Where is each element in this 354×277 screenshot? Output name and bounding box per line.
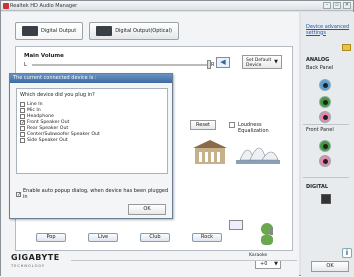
digital-port-icon[interactable] [321,194,331,204]
front-panel-label: Front Panel [306,127,334,133]
karaoke-value-stepper[interactable]: +0 ▼ [255,260,281,269]
dialog-ok-button[interactable]: OK [128,204,166,215]
tab-label: Digital Output(Optical) [115,28,172,34]
info-icon[interactable]: i [342,248,352,258]
app-icon [3,3,9,9]
title-bar: Realtek HD Audio Manager – ▫ ✕ [1,1,353,11]
preset-live-button[interactable]: Live [88,233,118,242]
checkbox[interactable] [20,108,25,113]
checkbox[interactable] [20,138,25,143]
option-label: Side Speaker Out [27,138,68,143]
speaker-mute-icon[interactable]: ◀ [216,57,230,68]
gigabyte-tagline: TECHNOLOGY [11,264,46,268]
dialog-question: Which device did you plug in? [20,92,95,98]
auto-popup-option[interactable]: ✓ Enable auto popup dialog, when device … [16,188,172,200]
environment-opera-house-icon[interactable] [234,136,282,168]
karaoke-icon[interactable] [256,221,278,249]
device-icon [22,26,38,36]
device-options-box: Which device did you plug in? Line In Mi… [16,88,168,174]
option-label: Center/Subwoofer Speaker Out [27,132,100,137]
gigabyte-logo: GIGABYTE [11,253,60,262]
minimize-button[interactable]: – [323,2,331,9]
dropdown-arrow-icon: ▼ [274,261,278,267]
checkbox[interactable] [20,114,25,119]
device-icon [96,26,113,36]
equalizer-icon[interactable] [229,220,243,230]
option-mic-in[interactable]: Mic In [20,108,41,113]
tab-label: Digital Output [41,28,77,34]
dialog-title: The current connected device is : [10,74,172,83]
reset-button[interactable]: Reset [190,120,216,130]
front-panel-jack-pink[interactable] [319,155,331,167]
preset-pop-button[interactable]: Pop [36,233,66,242]
tab-digital-output[interactable]: Digital Output [15,22,84,40]
loudness-checkbox[interactable] [229,122,235,128]
volume-title: Main Volume [24,53,64,59]
option-center-subwoofer-out[interactable]: Center/Subwoofer Speaker Out [20,132,100,137]
checkbox[interactable] [20,126,25,131]
checkbox[interactable] [20,102,25,107]
option-headphone[interactable]: Headphone [20,114,54,119]
option-label: Rear Speaker Out [27,126,69,131]
folder-icon[interactable] [342,44,351,51]
volume-left-label: L [24,62,27,68]
karaoke-label: Karaoke [249,253,268,258]
analog-heading: ANALOG [306,57,330,63]
back-panel-jack-pink[interactable] [319,111,331,123]
back-panel-jack-green[interactable] [319,96,331,108]
checkbox-checked[interactable]: ✓ [20,120,25,126]
front-panel-jack-green[interactable] [319,140,331,152]
auto-popup-label: Enable auto popup dialog, when device ha… [23,188,169,200]
checkbox[interactable] [20,132,25,137]
loudness-label: Loudness Equalization [238,122,269,134]
option-line-in[interactable]: Line In [20,102,43,107]
app-window: Realtek HD Audio Manager – ▫ ✕ Digital O… [0,0,354,277]
volume-right-label: R [211,62,215,68]
preset-rock-button[interactable]: Rock [192,233,222,242]
link-line2: settings [306,29,326,36]
divider [71,260,297,261]
dropdown-arrow-icon: ▼ [274,59,278,65]
device-advanced-settings-link[interactable]: Device advanced settings [306,24,349,36]
window-title: Realtek HD Audio Manager [10,3,78,9]
volume-slider-track[interactable] [32,64,208,66]
option-label: Headphone [27,114,54,119]
option-front-speaker-out[interactable]: ✓ Front Speaker Out [20,120,70,126]
option-label: Mic In [27,108,41,113]
checkbox-checked[interactable]: ✓ [16,191,21,197]
back-panel-label: Back Panel [306,65,334,71]
divider [303,177,349,178]
close-button[interactable]: ✕ [343,2,351,9]
device-plugged-dialog: The current connected device is : Which … [9,73,173,219]
divider [303,124,349,125]
back-panel-jack-blue[interactable] [319,79,331,91]
option-label: Line In [27,102,43,107]
maximize-button[interactable]: ▫ [333,2,341,9]
set-default-device-dropdown[interactable]: Set Default Device ▼ [242,55,282,69]
option-label: Front Speaker Out [27,120,70,125]
digital-heading: DIGITAL [306,184,329,190]
tab-digital-output-optical[interactable]: Digital Output(Optical) [89,22,179,40]
option-rear-speaker-out[interactable]: Rear Speaker Out [20,126,68,131]
option-side-speaker-out[interactable]: Side Speaker Out [20,138,68,143]
karaoke-value: +0 [260,261,268,267]
preset-club-button[interactable]: Club [140,233,170,242]
environment-building-icon[interactable] [191,138,229,168]
ok-button[interactable]: OK [311,261,349,272]
